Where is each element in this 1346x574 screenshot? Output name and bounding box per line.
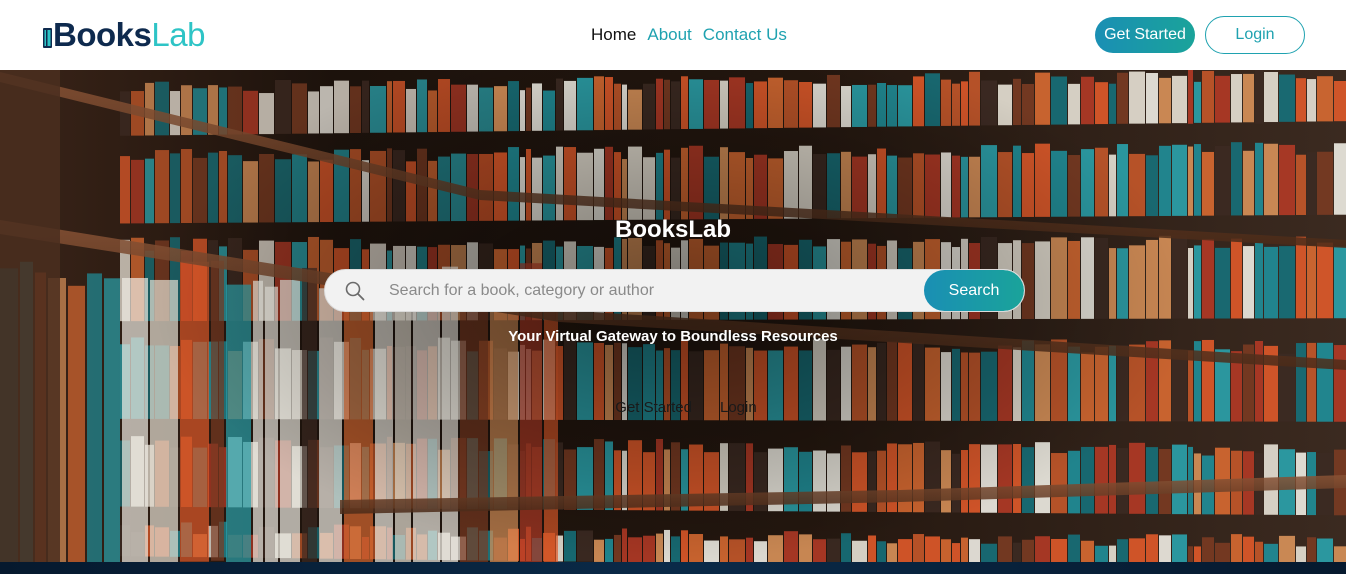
brand-word-lab: Lab (151, 16, 205, 53)
search-bar: Search (324, 269, 1025, 312)
hero-get-started-link[interactable]: Get Started (589, 398, 692, 418)
get-started-button[interactable]: Get Started (1095, 17, 1195, 53)
hero-login-link[interactable]: Login (720, 398, 757, 418)
search-input[interactable] (381, 270, 921, 311)
hero-actions: Get Started Login (0, 398, 1346, 418)
brand-wordmark: Books Lab (53, 16, 205, 54)
hero-section: BooksLab Search Your Virtual Gateway to … (0, 70, 1346, 562)
search-icon (345, 281, 365, 301)
nav-link-about[interactable]: About (647, 24, 691, 46)
brand-word-books: Books (53, 16, 152, 53)
hero-tagline: Your Virtual Gateway to Boundless Resour… (508, 328, 838, 345)
nav-link-contact[interactable]: Contact Us (703, 24, 787, 46)
top-navbar: Books Lab Home About Contact Us Get Star… (0, 0, 1346, 70)
search-button[interactable]: Search (924, 270, 1024, 311)
book-icon (43, 22, 52, 48)
main-nav: Home About Contact Us (591, 24, 787, 46)
login-button[interactable]: Login (1205, 16, 1305, 54)
footer-strip (0, 562, 1346, 574)
hero-overlay (0, 70, 1346, 562)
nav-link-home[interactable]: Home (591, 24, 636, 46)
hero-title: BooksLab (614, 216, 731, 243)
brand-logo[interactable]: Books Lab (43, 16, 205, 54)
